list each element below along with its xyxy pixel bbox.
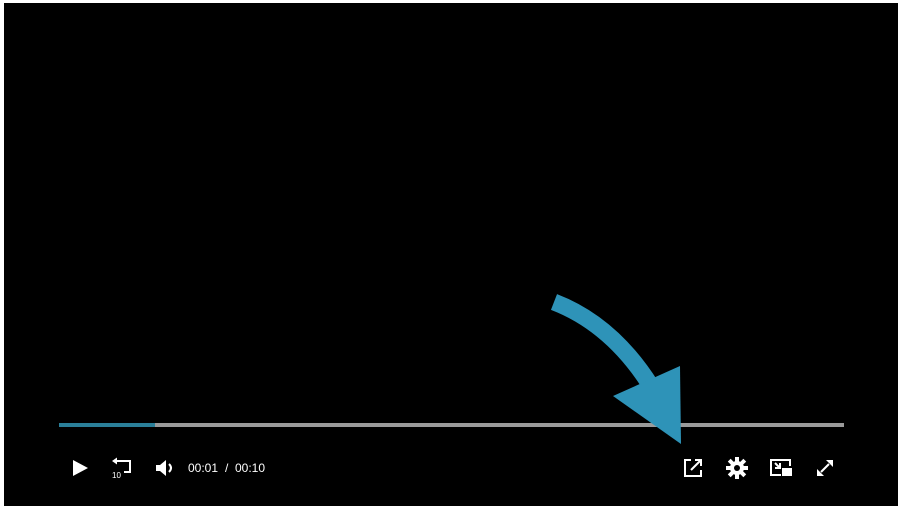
rewind-amount-label: 10 <box>112 471 121 479</box>
video-player[interactable]: 10 00:01 / 00:10 <box>4 3 898 506</box>
annotation-arrow <box>550 294 681 444</box>
fullscreen-icon <box>816 459 834 477</box>
volume-button[interactable] <box>150 451 180 485</box>
time-separator: / <box>225 461 229 475</box>
duration: 00:10 <box>235 461 266 475</box>
current-time: 00:01 <box>188 461 219 475</box>
rewind-10-button[interactable]: 10 <box>107 451 137 485</box>
gear-icon <box>726 457 748 479</box>
play-button[interactable] <box>65 451 95 485</box>
volume-icon <box>155 459 175 477</box>
fullscreen-button[interactable] <box>810 451 840 485</box>
play-icon <box>71 459 89 477</box>
open-external-button[interactable] <box>678 451 708 485</box>
picture-in-picture-button[interactable] <box>766 451 796 485</box>
open-external-icon <box>682 457 704 479</box>
progress-bar[interactable] <box>59 423 844 427</box>
settings-button[interactable] <box>722 451 752 485</box>
control-bar: 10 00:01 / 00:10 <box>4 451 898 485</box>
picture-in-picture-icon <box>769 458 793 478</box>
rewind-10-icon: 10 <box>111 457 133 479</box>
progress-fill <box>59 423 155 427</box>
